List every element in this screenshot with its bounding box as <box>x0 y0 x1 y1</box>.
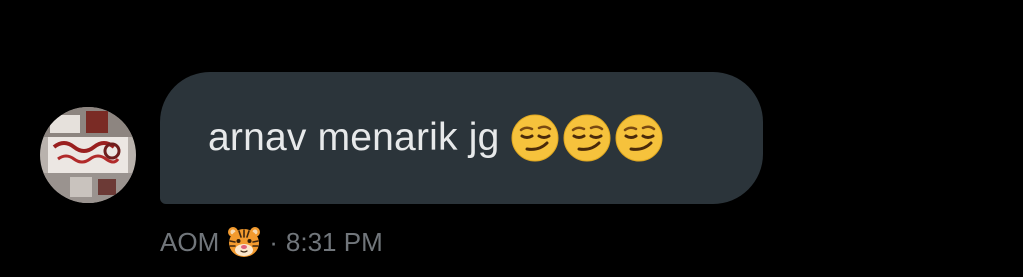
sender-name[interactable]: AOM <box>160 227 219 258</box>
tiger-face-icon <box>228 227 261 257</box>
message-emojis <box>510 113 664 163</box>
message-bubble[interactable]: arnav menarik jg <box>160 72 763 204</box>
message-timestamp: 8:31 PM <box>285 226 383 257</box>
dm-conversation: arnav menarik jg AOM · 8:31 PM <box>0 0 1023 277</box>
message-text: arnav menarik jg <box>208 116 500 159</box>
avatar-image <box>40 107 136 203</box>
sender-avatar[interactable] <box>40 107 136 203</box>
smirking-face-icon <box>563 114 610 162</box>
smirking-face-icon <box>511 114 558 162</box>
meta-separator: · <box>269 226 278 257</box>
message-meta: AOM · 8:31 PM <box>160 224 383 260</box>
smirking-face-icon <box>615 114 662 162</box>
